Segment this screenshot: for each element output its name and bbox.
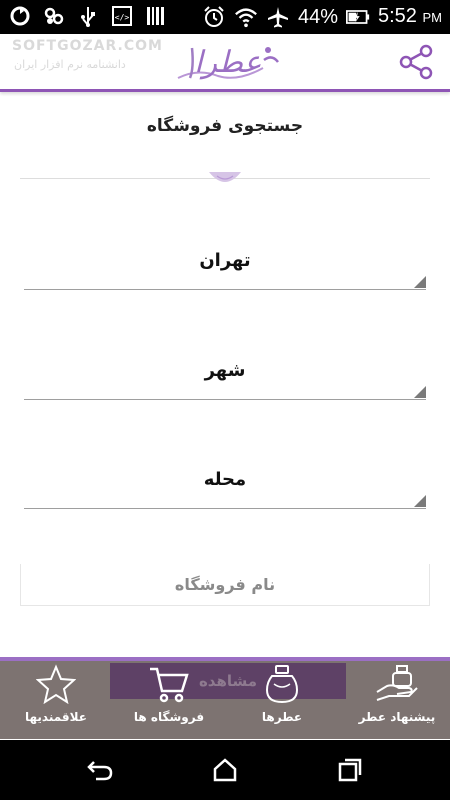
- home-button[interactable]: [209, 754, 241, 786]
- city-dropdown[interactable]: شهر: [24, 354, 426, 400]
- share-button[interactable]: [396, 42, 436, 82]
- nav-stores[interactable]: فروشگاه ها: [126, 664, 212, 736]
- home-icon: [213, 758, 237, 782]
- dropdown-underline: [24, 289, 426, 290]
- clock: 5:52 PM: [378, 5, 442, 27]
- developer-icon: </>: [110, 4, 134, 28]
- alarm-icon: [202, 5, 226, 29]
- back-button[interactable]: [84, 754, 116, 786]
- logo-text: عطرا: [194, 45, 261, 80]
- svg-text:</>: </>: [115, 13, 130, 22]
- perfume-bottle-icon: [260, 664, 304, 704]
- battery-percent: 44%: [297, 6, 338, 28]
- status-bar: </> 44% 5:52 PM: [0, 0, 450, 34]
- usb-icon: [76, 4, 100, 28]
- recents-icon: [338, 758, 362, 782]
- nav-favorites[interactable]: علاقمندیها: [14, 664, 98, 736]
- dropdown-arrow-icon: [414, 386, 426, 398]
- wifi-icon: [234, 5, 258, 29]
- airplane-mode-icon: [266, 5, 290, 29]
- page-title: جستجوی فروشگاه: [146, 116, 304, 136]
- watermark-subtitle: دانشنامه نرم افزار ایران: [14, 58, 126, 71]
- link-app-icon: [42, 4, 66, 28]
- dropdown-underline: [24, 399, 426, 400]
- store-name-field: [20, 564, 430, 606]
- nav-favorites-label: علاقمندیها: [25, 710, 87, 724]
- watermark: SOFTGOZAR.COM: [12, 38, 163, 54]
- dropdown-arrow-icon: [414, 495, 426, 507]
- battery-charging-icon: [346, 5, 370, 29]
- district-dropdown[interactable]: محله: [24, 463, 426, 509]
- nav-perfumes-label: عطرها: [261, 710, 303, 724]
- share-icon: [399, 44, 433, 80]
- store-name-input[interactable]: [21, 564, 429, 605]
- app-logo: عطرا: [177, 45, 279, 80]
- nav-stores-label: فروشگاه ها: [133, 710, 205, 724]
- district-value: محله: [203, 469, 247, 490]
- nav-perfumes[interactable]: عطرها: [240, 664, 324, 736]
- recents-button[interactable]: [334, 754, 366, 786]
- app-header: SOFTGOZAR.COM دانشنامه نرم افزار ایران ع…: [0, 34, 450, 92]
- province-dropdown[interactable]: تهران: [24, 244, 426, 290]
- dropdown-underline: [24, 508, 426, 509]
- ornament-icon: [209, 172, 241, 182]
- barcode-icon: [144, 4, 168, 28]
- nav-suggest-label: پیشنهاد عطر: [358, 710, 436, 724]
- province-value: تهران: [199, 250, 251, 271]
- star-icon: [34, 664, 78, 704]
- system-navigation-bar: [0, 740, 450, 800]
- city-value: شهر: [204, 360, 246, 381]
- nav-suggest-perfume[interactable]: پیشنهاد عطر: [352, 664, 442, 736]
- back-icon: [87, 761, 113, 781]
- sync-icon: [8, 4, 32, 28]
- hand-perfume-icon: [375, 664, 419, 704]
- shopping-cart-icon: [147, 664, 191, 704]
- dropdown-arrow-icon: [414, 276, 426, 288]
